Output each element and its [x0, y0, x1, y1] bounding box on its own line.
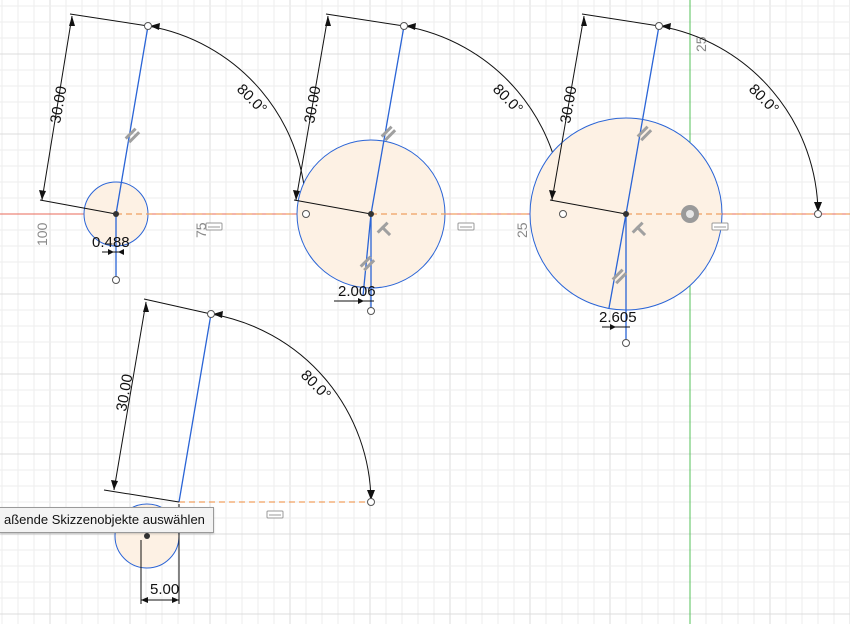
horizontal-constraint-icon[interactable] — [205, 222, 223, 231]
sketch-point[interactable] — [623, 211, 629, 217]
sketch-4[interactable]: 30.00 80.0° 5.00 — [103, 298, 375, 604]
sketch-point[interactable] — [367, 307, 375, 315]
selection-tooltip: aßende Skizzenobjekte auswählen — [0, 507, 214, 533]
horizontal-constraint-icon[interactable] — [457, 222, 475, 231]
dimension-extension-line — [103, 489, 180, 503]
sketch-2[interactable]: 30.00 80.0° 2.006 — [293, 13, 567, 315]
distance-dimension-text[interactable]: 5.00 — [150, 581, 179, 598]
dimension-arrow — [143, 302, 149, 312]
dimension-arrow — [111, 480, 118, 490]
axis-label-25: 25 — [514, 222, 530, 238]
diameter-dimension-text[interactable]: 0.488 — [92, 234, 130, 251]
dimension-arrow — [581, 16, 587, 26]
length-dimension-text[interactable]: 30.00 — [301, 85, 324, 125]
angle-dimension-text[interactable]: 80.0° — [297, 367, 334, 404]
sketch-point[interactable] — [144, 533, 150, 539]
sketch-point[interactable] — [113, 211, 119, 217]
horizontal-constraint-icon[interactable] — [711, 222, 729, 231]
length-dimension-text[interactable]: 30.00 — [47, 85, 70, 125]
sketch-point[interactable] — [367, 498, 375, 506]
dimension-arrow — [69, 16, 75, 26]
sketch-point[interactable] — [144, 22, 152, 30]
sketch-point[interactable] — [400, 22, 408, 30]
diameter-dimension-text[interactable]: 2.006 — [338, 283, 376, 300]
origin-icon[interactable] — [681, 205, 699, 223]
sketch-point[interactable] — [655, 22, 663, 30]
length-dimension-text[interactable]: 30.00 — [557, 85, 580, 125]
parallel-constraint-icon[interactable] — [380, 125, 397, 142]
sketch-point[interactable] — [302, 210, 310, 218]
sketch-point[interactable] — [559, 210, 567, 218]
length-dimension-text[interactable]: 30.00 — [113, 373, 136, 413]
dimension-arrow — [325, 16, 331, 26]
horizontal-constraint-icon[interactable] — [266, 510, 284, 519]
diameter-dimension-text[interactable]: 2.605 — [599, 309, 637, 326]
sketch-point[interactable] — [207, 310, 215, 318]
sketch-point[interactable] — [814, 210, 822, 218]
parallel-constraint-icon[interactable] — [124, 127, 141, 144]
sketch-point[interactable] — [112, 276, 120, 284]
sketch-point[interactable] — [368, 211, 374, 217]
axis-label-100: 100 — [34, 222, 50, 246]
sketch-point[interactable] — [622, 339, 630, 347]
sketch-canvas[interactable]: 100 75 50 25 25 30.00 80.0° 0.488 — [0, 0, 850, 624]
